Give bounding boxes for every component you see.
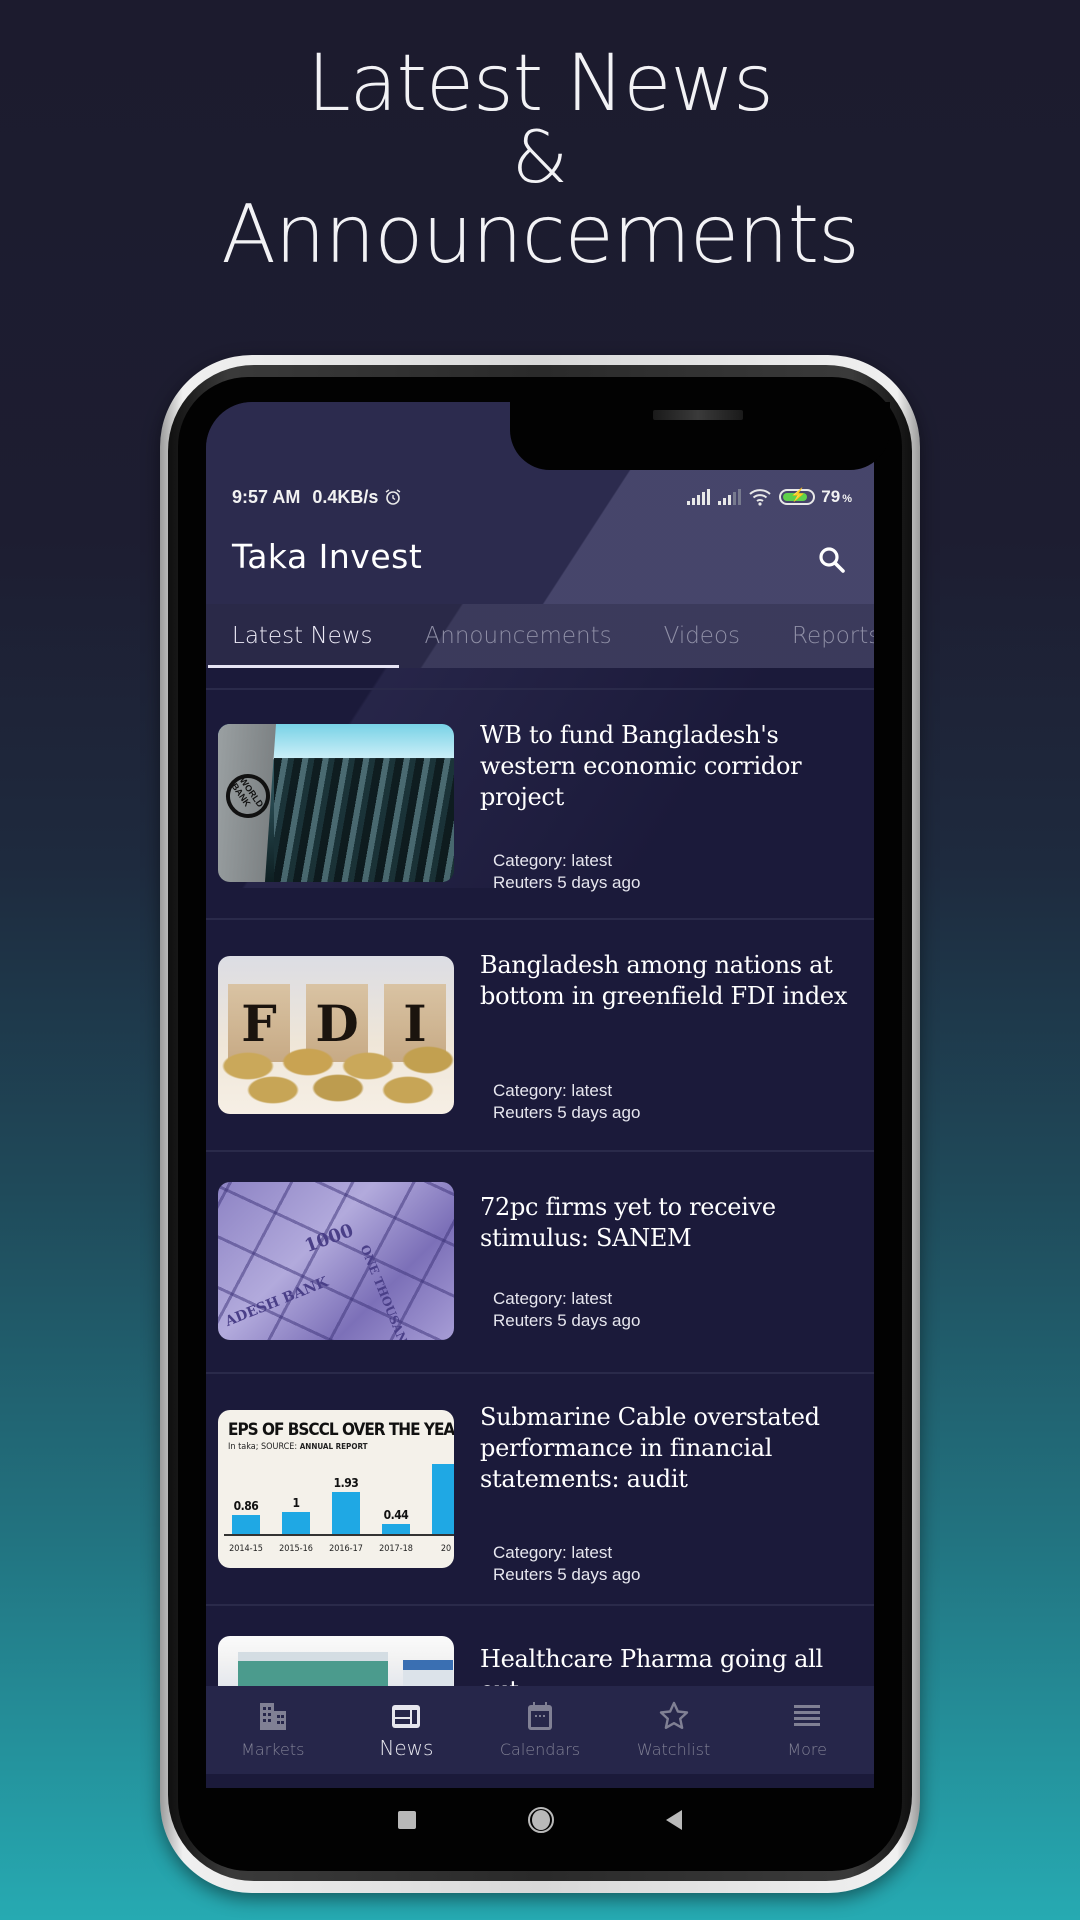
news-thumbnail: [218, 1636, 454, 1686]
search-button[interactable]: [816, 544, 848, 576]
news-source-time: Reuters 5 days ago: [493, 1103, 641, 1122]
menu-icon: [794, 1705, 821, 1726]
nav-label: Markets: [241, 1740, 305, 1759]
calendar-icon: [527, 1702, 552, 1730]
news-thumbnail: 1000 ADESH BANK ONE THOUSAND: [218, 1182, 454, 1340]
eps-bar: [232, 1515, 260, 1534]
signal-sim1-icon: [687, 489, 711, 505]
app-screen: 9:57 AM 0.4KB/s ⚡ 79 % Taka Invest Lates…: [206, 402, 874, 1788]
newspaper-icon: [392, 1705, 421, 1728]
news-list: WORLD BANK WB to fund Bangladesh's weste…: [206, 668, 874, 1686]
news-meta: Category: latest Reuters 5 days ago: [493, 1288, 640, 1332]
building-icon: [259, 1703, 286, 1730]
news-category: Category: latest: [493, 1543, 613, 1562]
nav-calendars[interactable]: Calendars: [473, 1686, 607, 1774]
nav-label: Calendars: [499, 1740, 581, 1759]
eps-bar-value: 1: [292, 1496, 300, 1511]
news-thumbnail: F D I: [218, 956, 454, 1114]
tab-reports[interactable]: Reports: [766, 604, 874, 668]
promo-line-2: &: [511, 115, 569, 199]
nav-label: News: [379, 1736, 434, 1760]
app-title: Taka Invest: [232, 537, 423, 576]
news-meta: Category: latest Reuters 5 days ago: [493, 1080, 640, 1124]
alarm-clock-icon: [386, 489, 401, 505]
nav-more[interactable]: More: [740, 1686, 874, 1774]
eps-x-label: 2014-15: [229, 1544, 263, 1554]
eps-mini-chart: 0.86 1 1.93 0.44: [230, 1464, 454, 1534]
wifi-icon: [749, 488, 771, 506]
news-headline[interactable]: Submarine Cable overstated performance i…: [480, 1402, 860, 1495]
star-icon: [659, 1701, 688, 1729]
news-category: Category: latest: [493, 1289, 613, 1308]
news-meta: Category: latest Reuters 5 days ago: [493, 1542, 640, 1586]
news-meta: Category: latest Reuters 5 days ago: [493, 850, 640, 894]
news-thumbnail: EPS OF BSCCL OVER THE YEARS In taka; SOU…: [218, 1410, 454, 1568]
eps-bar: [332, 1491, 360, 1534]
phone-notch: [510, 402, 890, 470]
tab-latest-news[interactable]: Latest News: [206, 604, 399, 668]
nav-watchlist[interactable]: Watchlist: [607, 1686, 741, 1774]
phone-frame: 9:57 AM 0.4KB/s ⚡ 79 % Taka Invest Lates…: [160, 355, 920, 1893]
speaker-grille: [653, 410, 743, 420]
eps-x-label: 20: [440, 1544, 452, 1554]
news-headline[interactable]: Healthcare Pharma going all out: [480, 1644, 860, 1686]
eps-bar-value: 1.93: [333, 1475, 359, 1490]
eps-bar-value: 0.86: [233, 1499, 259, 1514]
nav-markets[interactable]: Markets: [206, 1686, 340, 1774]
news-item[interactable]: WORLD BANK WB to fund Bangladesh's weste…: [206, 688, 874, 920]
eps-x-label: 2015-16: [279, 1544, 313, 1554]
news-item[interactable]: EPS OF BSCCL OVER THE YEARS In taka; SOU…: [206, 1374, 874, 1606]
tab-videos[interactable]: Videos: [638, 604, 766, 668]
news-headline[interactable]: WB to fund Bangladesh's western economic…: [480, 720, 860, 813]
eps-bar: [382, 1524, 410, 1534]
promo-line-3: Announcements: [221, 188, 860, 281]
promo-headline: Latest News & Announcements: [0, 44, 1080, 280]
news-category: Category: latest: [493, 851, 613, 870]
android-navigation-bar: [206, 1788, 874, 1852]
news-category: Category: latest: [493, 1081, 613, 1100]
status-bar: 9:57 AM 0.4KB/s ⚡ 79 %: [232, 482, 852, 512]
signal-sim2-icon: [718, 489, 742, 505]
news-source-time: Reuters 5 days ago: [493, 1311, 641, 1330]
bottom-navigation: Markets News Calendars Watchlist More: [206, 1686, 874, 1774]
eps-x-label: 2017-18: [379, 1544, 413, 1554]
eps-bar: [282, 1512, 310, 1534]
news-item[interactable]: Healthcare Pharma going all out: [206, 1606, 874, 1686]
news-source-time: Reuters 5 days ago: [493, 1565, 641, 1584]
search-icon: [819, 547, 845, 573]
status-network-speed: 0.4KB/s: [312, 486, 379, 507]
battery-charging-icon: [779, 487, 816, 505]
news-tabs: Latest News Announcements Videos Reports: [206, 604, 874, 668]
eps-x-label: 2016-17: [329, 1544, 363, 1554]
recents-button[interactable]: [398, 1811, 416, 1829]
news-thumbnail: WORLD BANK: [218, 724, 454, 882]
news-headline[interactable]: 72pc firms yet to receive stimulus: SANE…: [480, 1192, 860, 1254]
news-item[interactable]: 1000 ADESH BANK ONE THOUSAND 72pc firms …: [206, 1152, 874, 1374]
status-time: 9:57 AM: [232, 486, 301, 507]
news-item[interactable]: F D I Bangladesh among nations at bottom…: [206, 920, 874, 1152]
eps-bar: [432, 1464, 454, 1534]
news-source-time: Reuters 5 days ago: [493, 873, 641, 892]
back-button[interactable]: [666, 1810, 682, 1830]
nav-label: Watchlist: [636, 1740, 711, 1759]
nav-label: More: [787, 1740, 827, 1759]
nav-news[interactable]: News: [340, 1686, 474, 1774]
home-button[interactable]: [528, 1807, 554, 1833]
news-headline[interactable]: Bangladesh among nations at bottom in gr…: [480, 950, 860, 1012]
battery-percent: 79%: [821, 487, 852, 506]
tab-announcements[interactable]: Announcements: [399, 604, 638, 668]
eps-bar-value: 0.44: [383, 1508, 409, 1523]
promo-line-1: Latest News: [307, 39, 774, 129]
